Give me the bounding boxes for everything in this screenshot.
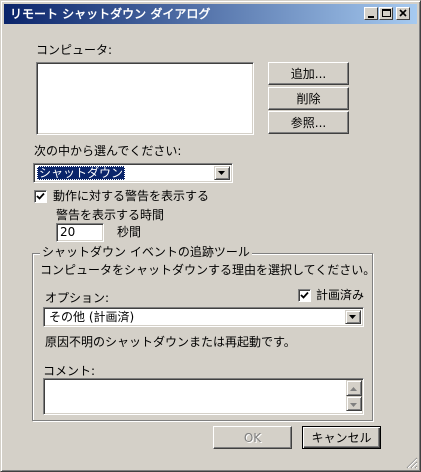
computer-list[interactable] [36, 62, 254, 135]
option-dropdown-button[interactable] [345, 310, 361, 324]
scroll-up-button[interactable] [346, 380, 362, 396]
ok-button[interactable]: OK [213, 426, 292, 449]
add-button-label: 追加... [290, 67, 327, 81]
resize-grip-icon[interactable] [406, 457, 418, 469]
maximize-icon [382, 9, 391, 17]
warning-time-label: 警告を表示する時間 [56, 208, 165, 222]
warning-checkbox-label[interactable]: 動作に対する警告を表示する [53, 189, 209, 203]
browse-button-label: 参照... [290, 116, 327, 130]
option-select[interactable]: その他 (計画済) [43, 307, 364, 327]
remove-button[interactable]: 削除 [268, 87, 349, 110]
window-title: リモート シャットダウン ダイアログ [10, 7, 211, 21]
planned-checkbox[interactable] [298, 289, 311, 302]
browse-button[interactable]: 参照... [268, 111, 349, 134]
option-description: 原因不明のシャットダウンまたは再起動です。 [45, 335, 296, 349]
title-bar[interactable]: リモート シャットダウン ダイアログ [4, 4, 417, 24]
action-label: 次の中から選んでください: [34, 144, 182, 158]
remove-button-label: 削除 [296, 92, 321, 106]
tracker-instruction: コンピュータをシャットダウンする理由を選択してください。 [40, 263, 376, 277]
chevron-down-icon [349, 315, 356, 319]
minimize-icon [368, 16, 374, 18]
maximize-button[interactable] [379, 7, 393, 20]
minimize-button[interactable] [364, 7, 378, 20]
comment-label: コメント: [43, 364, 96, 378]
comment-textarea[interactable] [43, 378, 364, 415]
action-dropdown-button[interactable] [214, 166, 230, 180]
scroll-down-button[interactable] [346, 396, 362, 411]
cancel-button-label: キャンセル [311, 431, 372, 445]
warning-checkbox[interactable] [34, 190, 47, 203]
comment-scrollbar[interactable] [346, 380, 362, 411]
option-label: オプション: [45, 291, 110, 305]
chevron-down-icon [218, 171, 225, 175]
computers-label: コンピュータ: [36, 43, 113, 57]
chevron-down-icon [350, 403, 357, 407]
warning-seconds-input[interactable]: 20 [56, 223, 104, 242]
chevron-up-icon [350, 387, 357, 391]
close-button[interactable] [396, 7, 410, 20]
option-selected-value: その他 (計画済) [49, 310, 135, 324]
seconds-unit-label: 秒間 [117, 225, 142, 239]
planned-checkbox-label[interactable]: 計画済み [316, 288, 364, 302]
action-select[interactable]: シャットダウン [33, 163, 233, 183]
ok-button-label: OK [243, 431, 262, 445]
add-button[interactable]: 追加... [268, 62, 349, 85]
cancel-button[interactable]: キャンセル [302, 426, 381, 449]
action-selected-value: シャットダウン [37, 166, 126, 180]
close-icon [399, 9, 407, 17]
checkmark-icon [300, 291, 309, 299]
checkmark-icon [36, 192, 45, 200]
warning-seconds-value: 20 [60, 225, 76, 239]
remote-shutdown-dialog: リモート シャットダウン ダイアログ コンピュータ: 追加... 削除 参照..… [0, 0, 421, 472]
tracker-group-label: シャットダウン イベントの追跡ツール [40, 245, 252, 259]
